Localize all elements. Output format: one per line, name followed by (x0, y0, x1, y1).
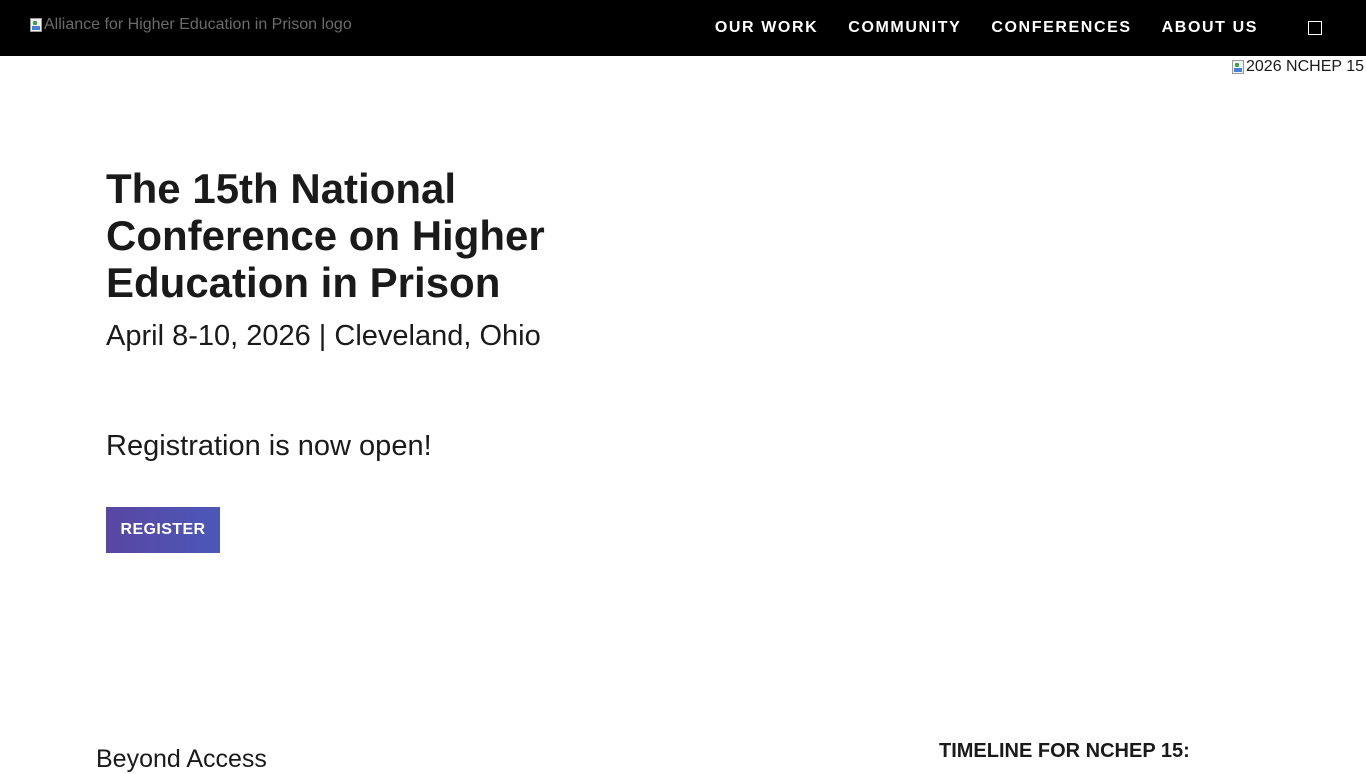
page-title: The 15th National Conference on Higher E… (106, 165, 545, 306)
search-icon[interactable] (1308, 21, 1322, 35)
nav-item-our-work[interactable]: OUR WORK (715, 19, 818, 37)
site-logo[interactable]: Alliance for Higher Education in Prison … (30, 16, 352, 34)
hero-image: 2026 NCHEP 15 (1232, 58, 1364, 76)
logo-alt-text: Alliance for Higher Education in Prison … (44, 16, 352, 33)
nav-item-conferences[interactable]: CONFERENCES (991, 19, 1131, 37)
timeline-heading: TIMELINE FOR NCHEP 15: (939, 740, 1190, 762)
register-button[interactable]: REGISTER (106, 507, 220, 553)
hero-image-alt-text: 2026 NCHEP 15 (1246, 58, 1364, 75)
section-heading-beyond-access: Beyond Access (96, 745, 267, 773)
broken-image-icon (1232, 60, 1244, 74)
top-navigation-bar: Alliance for Higher Education in Prison … (0, 0, 1366, 56)
nav-item-about-us[interactable]: ABOUT US (1162, 19, 1258, 37)
main-nav: OUR WORK COMMUNITY CONFERENCES ABOUT US (715, 0, 1366, 56)
registration-status: Registration is now open! (106, 430, 432, 462)
nav-item-community[interactable]: COMMUNITY (848, 19, 961, 37)
conference-date-location: April 8-10, 2026 | Cleveland, Ohio (106, 320, 541, 352)
broken-image-icon (30, 18, 42, 32)
